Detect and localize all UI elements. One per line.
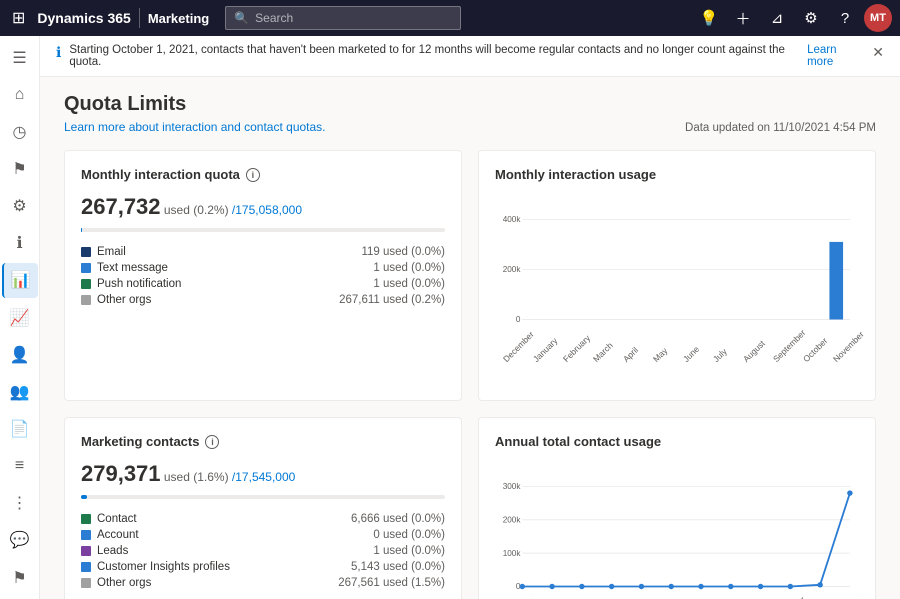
legend-row: Customer Insights profiles 5,143 used (0… <box>81 559 445 575</box>
notification-close-button[interactable]: ✕ <box>872 44 884 61</box>
monthly-quota-card: Monthly interaction quota i 267,732 used… <box>64 150 462 401</box>
nav-icons: 💡 ＋ ⊿ ⚙ ? MT <box>694 3 892 33</box>
legend-row: Other orgs 267,561 used (1.5%) <box>81 575 445 591</box>
marketing-contacts-progress-bar <box>81 495 445 499</box>
monthly-quota-number: 267,732 <box>81 194 161 219</box>
nav-divider <box>139 8 140 28</box>
marketing-contacts-legend: Contact 6,666 used (0.0%) Account 0 used… <box>81 511 445 591</box>
legend-row: Text message 1 used (0.0%) <box>81 260 445 276</box>
marketing-contacts-title: Marketing contacts i <box>81 434 445 449</box>
svg-text:400k: 400k <box>503 215 522 224</box>
sidebar-item-settings[interactable]: ⚙ <box>2 189 38 224</box>
marketing-contacts-card: Marketing contacts i 279,371 used (1.6%)… <box>64 417 462 599</box>
marketing-contacts-used-pct: used (1.6%) <box>164 470 229 484</box>
grid-icon[interactable]: ⊞ <box>8 4 29 32</box>
monthly-quota-limit: /175,058,000 <box>232 203 302 217</box>
sidebar-item-chart[interactable]: 📊 <box>2 263 38 298</box>
sidebar-item-segments[interactable]: ⋮ <box>2 486 38 521</box>
page-title: Quota Limits <box>64 93 326 116</box>
monthly-quota-title: Monthly interaction quota i <box>81 167 445 182</box>
annual-usage-chart-area: 300k200k100k0 DecemberJanuaryFebruaryMar… <box>495 461 859 599</box>
sidebar-item-flag[interactable]: ⚑ <box>2 560 38 595</box>
legend-row: Leads 1 used (0.0%) <box>81 543 445 559</box>
annual-usage-chart-card: Annual total contact usage 300k200k100k0… <box>478 417 876 599</box>
monthly-quota-progress-fill <box>81 228 82 232</box>
avatar[interactable]: MT <box>864 4 892 32</box>
marketing-contacts-limit: /17,545,000 <box>232 470 295 484</box>
legend-row: Email 119 used (0.0%) <box>81 244 445 260</box>
sidebar-item-info[interactable]: ℹ <box>2 226 38 261</box>
annual-usage-chart-title: Annual total contact usage <box>495 434 859 449</box>
monthly-quota-number-row: 267,732 used (0.2%) /175,058,000 <box>81 194 445 220</box>
annual-usage-svg: 300k200k100k0 <box>495 461 859 599</box>
monthly-usage-chart-card: Monthly interaction usage 400k 200k 0 Dece… <box>478 150 876 401</box>
sidebar-item-pinned[interactable]: ⚑ <box>2 151 38 186</box>
legend-row: Contact 6,666 used (0.0%) <box>81 511 445 527</box>
svg-text:0: 0 <box>516 315 521 324</box>
monthly-x-labels: DecemberJanuaryFebruaryMarchAprilMayJune… <box>495 357 859 367</box>
svg-text:100k: 100k <box>503 549 522 558</box>
svg-text:200k: 200k <box>503 265 522 274</box>
search-box[interactable]: 🔍 <box>225 6 460 30</box>
marketing-contacts-number: 279,371 <box>81 461 161 486</box>
lightbulb-icon[interactable]: 💡 <box>694 3 724 33</box>
app-body: ☰ ⌂ ◷ ⚑ ⚙ ℹ 📊 📈 👤 👥 📄 ≡ ⋮ 💬 ⚑ ℹ Starting… <box>0 36 900 599</box>
sidebar-item-contacts[interactable]: 👤 <box>2 337 38 372</box>
notification-learn-more-link[interactable]: Learn more <box>807 44 864 68</box>
legend-row: Push notification 1 used (0.0%) <box>81 276 445 292</box>
sidebar: ☰ ⌂ ◷ ⚑ ⚙ ℹ 📊 📈 👤 👥 📄 ≡ ⋮ 💬 ⚑ <box>0 36 40 599</box>
notification-bar: ℹ Starting October 1, 2021, contacts tha… <box>40 36 900 77</box>
monthly-quota-legend: Email 119 used (0.0%) Text message 1 use… <box>81 244 445 308</box>
monthly-quota-used-pct: used (0.2%) <box>164 203 229 217</box>
cards-grid: Monthly interaction quota i 267,732 used… <box>64 150 876 599</box>
brand-logo: Dynamics 365 Marketing <box>37 8 209 28</box>
page-content: Quota Limits Learn more about interactio… <box>40 77 900 599</box>
notification-text: Starting October 1, 2021, contacts that … <box>69 44 799 68</box>
main-content: ℹ Starting October 1, 2021, contacts tha… <box>40 36 900 599</box>
data-updated-label: Data updated on 11/10/2021 4:54 PM <box>685 122 876 134</box>
help-icon[interactable]: ? <box>830 3 860 33</box>
learn-more-link[interactable]: Learn more about interaction and contact… <box>64 120 326 134</box>
marketing-contacts-info-icon[interactable]: i <box>205 435 219 449</box>
filter-icon[interactable]: ⊿ <box>762 3 792 33</box>
marketing-contacts-progress-fill <box>81 495 87 499</box>
svg-text:300k: 300k <box>503 482 522 491</box>
sidebar-item-list[interactable]: ≡ <box>2 449 38 484</box>
sidebar-item-documents[interactable]: 📄 <box>2 411 38 446</box>
module-name: Marketing <box>148 11 209 26</box>
search-input[interactable] <box>255 11 451 25</box>
page-header: Quota Limits Learn more about interactio… <box>64 93 876 134</box>
monthly-quota-info-icon[interactable]: i <box>246 168 260 182</box>
monthly-quota-progress-bar <box>81 228 445 232</box>
svg-text:200k: 200k <box>503 515 522 524</box>
sidebar-item-recent[interactable]: ◷ <box>2 114 38 149</box>
sidebar-item-analytics[interactable]: 📈 <box>2 300 38 335</box>
legend-row: Other orgs 267,611 used (0.2%) <box>81 292 445 308</box>
monthly-usage-chart-title: Monthly interaction usage <box>495 167 859 182</box>
search-icon: 🔍 <box>234 11 249 25</box>
brand-name: Dynamics 365 <box>37 10 130 26</box>
monthly-usage-chart-area: 400k 200k 0 DecemberJanuaryFebruaryMarchAp… <box>495 194 859 384</box>
settings-icon[interactable]: ⚙ <box>796 3 826 33</box>
sidebar-item-chat[interactable]: 💬 <box>2 523 38 558</box>
add-icon[interactable]: ＋ <box>728 3 758 33</box>
sidebar-item-home[interactable]: ⌂ <box>2 77 38 112</box>
sidebar-item-menu[interactable]: ☰ <box>2 40 38 75</box>
sidebar-item-groups[interactable]: 👥 <box>2 374 38 409</box>
marketing-contacts-number-row: 279,371 used (1.6%) /17,545,000 <box>81 461 445 487</box>
notification-icon: ℹ <box>56 44 61 61</box>
page-title-section: Quota Limits Learn more about interactio… <box>64 93 326 134</box>
top-navigation: ⊞ Dynamics 365 Marketing 🔍 💡 ＋ ⊿ ⚙ ? MT <box>0 0 900 36</box>
legend-row: Account 0 used (0.0%) <box>81 527 445 543</box>
